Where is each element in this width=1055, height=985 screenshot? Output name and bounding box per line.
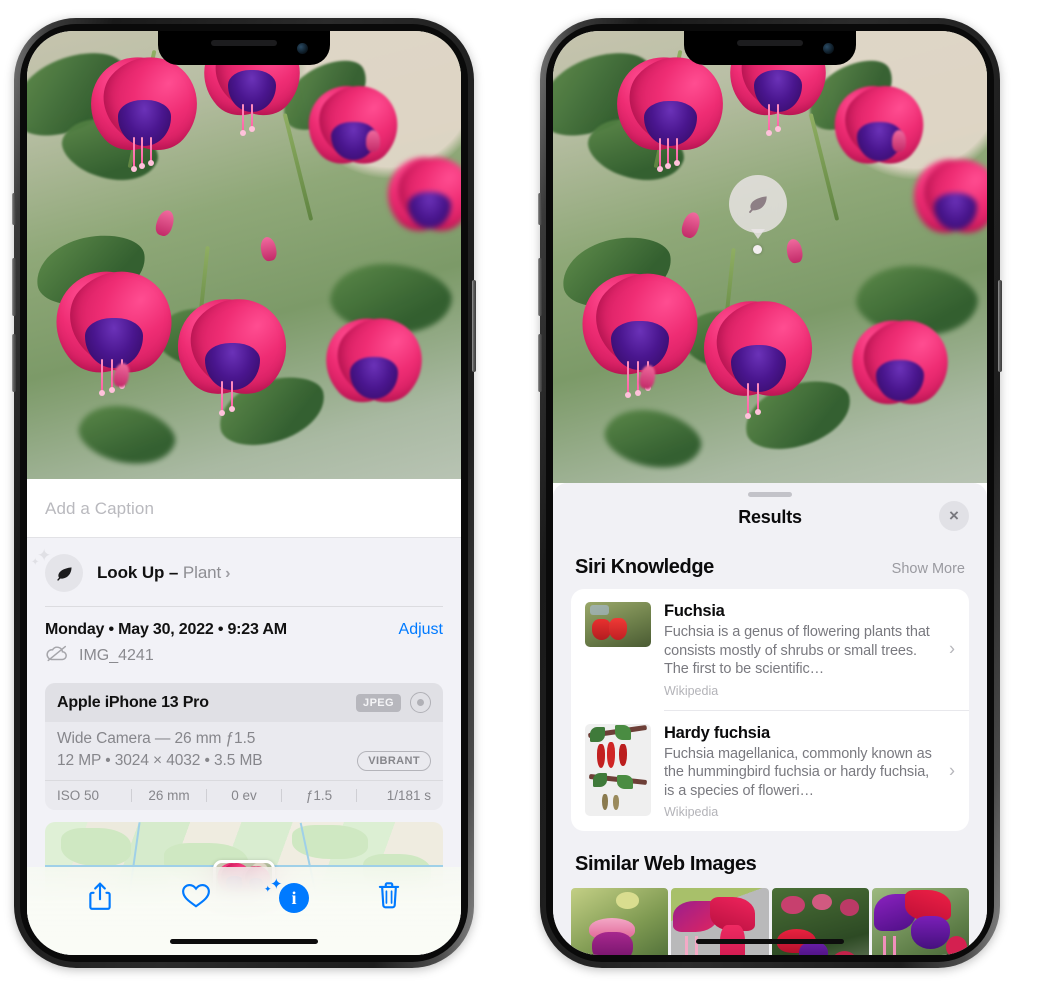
caption-input[interactable]: Add a Caption <box>27 479 461 538</box>
similar-web-images-title: Similar Web Images <box>575 853 757 876</box>
resolution-info: 12 MP • 3024 × 4032 • 3.5 MB <box>57 752 263 769</box>
camera-device-name: Apple iPhone 13 Pro <box>57 693 209 711</box>
share-icon <box>87 881 113 916</box>
badge-tail <box>751 229 765 239</box>
similar-web-images-grid <box>553 888 987 955</box>
exif-stat-aperture: ƒ1.5 <box>305 788 333 803</box>
favorite-button[interactable] <box>181 882 211 914</box>
volume-up-button[interactable] <box>12 258 16 316</box>
home-indicator-left[interactable] <box>170 939 318 944</box>
aperture-icon <box>410 692 431 713</box>
web-image-thumbnail[interactable] <box>671 888 769 955</box>
similar-web-images-header: Similar Web Images <box>553 831 987 884</box>
exif-stats-row: ISO 50 26 mm 0 ev ƒ1.5 1/181 s <box>45 780 443 810</box>
share-button[interactable] <box>87 881 113 916</box>
visual-lookup-anchor-dot <box>753 245 762 254</box>
show-more-button[interactable]: Show More <box>892 561 965 577</box>
front-camera <box>297 43 308 54</box>
photo-filename: IMG_4241 <box>79 647 154 664</box>
leaf-icon: ✦ ✦ <box>31 547 83 592</box>
exif-stat-iso: ISO 50 <box>57 788 100 803</box>
visual-lookup-badge[interactable] <box>729 175 787 239</box>
knowledge-text: Hardy fuchsia Fuchsia magellanica, commo… <box>664 724 955 820</box>
format-badge: JPEG <box>356 693 401 712</box>
front-camera <box>823 43 834 54</box>
sparkle-small-icon: ✦ <box>264 884 272 894</box>
notch-right <box>684 31 856 65</box>
knowledge-thumbnail <box>585 602 651 647</box>
siri-knowledge-header: Siri Knowledge Show More <box>553 534 987 589</box>
siri-knowledge-card: Fuchsia Fuchsia is a genus of flowering … <box>571 589 969 832</box>
close-icon[interactable]: × <box>939 501 969 531</box>
exif-stat-focal: 26 mm <box>148 788 190 803</box>
adjust-button[interactable]: Adjust <box>399 621 443 639</box>
power-button[interactable] <box>998 280 1002 372</box>
earpiece-speaker <box>737 40 803 46</box>
knowledge-description: Fuchsia magellanica, commonly known as t… <box>664 745 932 799</box>
info-button[interactable]: ✦ ✦ i <box>264 877 309 913</box>
results-header: Results × <box>553 497 987 534</box>
web-image-thumbnail[interactable] <box>771 888 869 955</box>
exif-card: Apple iPhone 13 Pro JPEG Wide Camera — 2… <box>45 683 443 810</box>
photo-viewer-left[interactable] <box>27 31 461 479</box>
screenshot-canvas: Add a Caption ✦ ✦ Look Up – Plant › Mond… <box>0 0 1055 985</box>
list-item[interactable]: Fuchsia Fuchsia is a genus of flowering … <box>571 589 969 710</box>
exif-header: Apple iPhone 13 Pro JPEG <box>45 683 443 722</box>
knowledge-title: Hardy fuchsia <box>664 723 770 742</box>
file-row: IMG_4241 <box>27 641 461 679</box>
results-sheet: Results × Siri Knowledge Show More Fuchs… <box>553 483 987 955</box>
knowledge-source: Wikipedia <box>664 805 719 820</box>
web-image-thumbnail[interactable] <box>571 888 669 955</box>
chevron-right-icon: › <box>949 760 955 781</box>
list-item[interactable]: Hardy fuchsia Fuchsia magellanica, commo… <box>571 711 969 832</box>
exif-stat-shutter: 1/181 s <box>386 788 431 803</box>
iphone-device-left: Add a Caption ✦ ✦ Look Up – Plant › Mond… <box>12 18 476 968</box>
look-up-subject: Plant <box>182 563 222 582</box>
volume-down-button[interactable] <box>538 334 542 392</box>
knowledge-description: Fuchsia is a genus of flowering plants t… <box>664 624 930 678</box>
knowledge-text: Fuchsia Fuchsia is a genus of flowering … <box>664 602 955 698</box>
web-image-thumbnail[interactable] <box>871 888 969 955</box>
exif-stat-ev: 0 ev <box>231 788 257 803</box>
date-row: Monday • May 30, 2022 • 9:23 AM Adjust <box>27 607 461 641</box>
screen-right: Results × Siri Knowledge Show More Fuchs… <box>553 31 987 955</box>
lens-info: Wide Camera — 26 mm ƒ1.5 <box>57 730 256 747</box>
power-button[interactable] <box>472 280 476 372</box>
photo-datetime: Monday • May 30, 2022 • 9:23 AM <box>45 621 287 638</box>
photographic-style-badge: VIBRANT <box>357 751 431 771</box>
silent-switch[interactable] <box>12 193 16 225</box>
screen-left: Add a Caption ✦ ✦ Look Up – Plant › Mond… <box>27 31 461 955</box>
knowledge-thumbnail <box>585 723 651 816</box>
delete-button[interactable] <box>377 881 401 915</box>
trash-icon <box>377 881 401 915</box>
notch-left <box>158 31 330 65</box>
icloud-slash-icon <box>45 645 69 667</box>
info-icon: i <box>279 883 309 913</box>
exif-body: Wide Camera — 26 mm ƒ1.5 12 MP • 3024 × … <box>45 722 443 780</box>
iphone-device-right: Results × Siri Knowledge Show More Fuchs… <box>538 18 1002 968</box>
photo-viewer-right[interactable] <box>553 31 987 483</box>
sparkle-small-icon: ✦ <box>31 557 40 568</box>
volume-up-button[interactable] <box>538 258 542 316</box>
look-up-label: Look Up – Plant › <box>97 563 230 583</box>
volume-down-button[interactable] <box>12 334 16 392</box>
heart-icon <box>181 882 211 914</box>
chevron-right-icon: › <box>949 638 955 659</box>
silent-switch[interactable] <box>538 193 542 225</box>
look-up-title: Look Up – <box>97 563 179 582</box>
results-title: Results <box>738 507 802 527</box>
knowledge-source: Wikipedia <box>664 683 719 698</box>
siri-knowledge-title: Siri Knowledge <box>575 556 714 578</box>
home-indicator-right[interactable] <box>696 939 844 944</box>
knowledge-title: Fuchsia <box>664 602 725 620</box>
look-up-row[interactable]: ✦ ✦ Look Up – Plant › <box>27 538 461 606</box>
chevron-right-icon: › <box>225 565 231 582</box>
photo-info-sheet: Add a Caption ✦ ✦ Look Up – Plant › Mond… <box>27 479 461 955</box>
earpiece-speaker <box>211 40 277 46</box>
